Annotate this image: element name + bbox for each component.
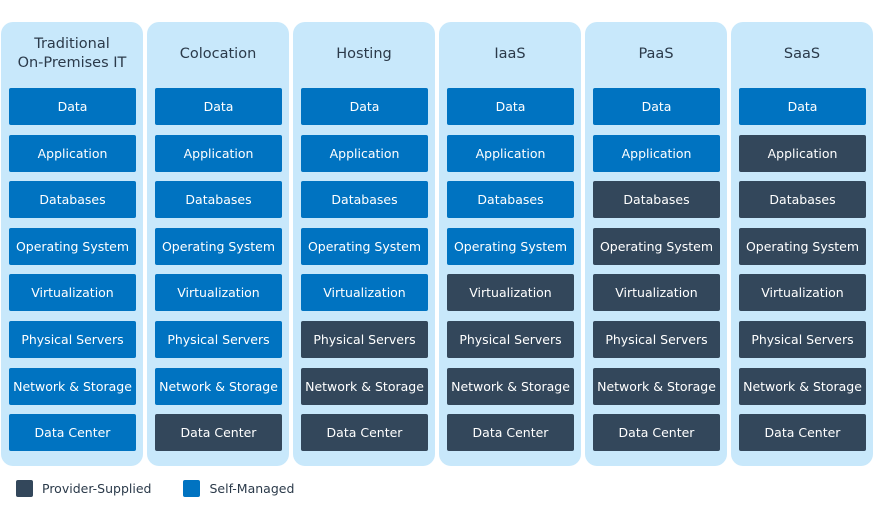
layer-operating-system: Operating System (447, 227, 574, 265)
layer-network-storage: Network & Storage (593, 367, 720, 405)
layer-virtualization: Virtualization (593, 274, 720, 312)
column-title: IaaS (494, 45, 526, 62)
column-iaas: IaaS Data Application Databases Operating Sy… (439, 22, 581, 466)
layer-databases: Databases (301, 181, 428, 219)
legend-item-self: Self-Managed (183, 480, 294, 497)
column-traditional-on-premises-it: Traditional On-Premises IT Data Applicatio… (1, 22, 143, 466)
layer-data: Data (301, 88, 428, 125)
layer-data: Data (447, 88, 574, 125)
column-title: Colocation (179, 45, 257, 62)
layer-data: Data (739, 88, 866, 125)
layer-databases: Databases (739, 181, 866, 219)
layer-virtualization: Virtualization (155, 274, 282, 312)
layer-data: Data (9, 88, 136, 125)
layer-physical-servers: Physical Servers (9, 320, 136, 358)
layer-data-center: Data Center (593, 414, 720, 452)
layer-stack: Data Application Databases Operating System… (9, 88, 136, 461)
layer-application: Application (739, 134, 866, 172)
layer-data: Data (593, 88, 720, 125)
column-hosting: Hosting Data Application Databases Operating… (293, 22, 435, 466)
layer-data-center: Data Center (301, 414, 428, 452)
layer-data-center: Data Center (9, 414, 136, 452)
layer-data-center: Data Center (739, 414, 866, 452)
column-title: Traditional On-Premises IT (17, 36, 127, 71)
layer-data-center: Data Center (155, 414, 282, 452)
layer-application: Application (9, 134, 136, 172)
layer-application: Application (301, 134, 428, 172)
layer-virtualization: Virtualization (9, 274, 136, 312)
column-title: SaaS (783, 45, 821, 62)
layer-operating-system: Operating System (301, 227, 428, 265)
column-colocation: Colocation Data Application Databases Operat… (147, 22, 289, 466)
layer-databases: Databases (9, 181, 136, 219)
column-paas: PaaS Data Application Databases Operating Sy… (585, 22, 727, 466)
layer-network-storage: Network & Storage (155, 367, 282, 405)
layer-stack: Data Application Databases Operating System… (739, 88, 866, 461)
layer-stack: Data Application Databases Operating System… (155, 88, 282, 461)
column-saas: SaaS Data Application Databases Operating Sy… (731, 22, 873, 466)
layer-physical-servers: Physical Servers (155, 320, 282, 358)
layer-network-storage: Network & Storage (301, 367, 428, 405)
layer-virtualization: Virtualization (447, 274, 574, 312)
layer-network-storage: Network & Storage (447, 367, 574, 405)
layer-physical-servers: Physical Servers (301, 320, 428, 358)
layer-network-storage: Network & Storage (739, 367, 866, 405)
column-title: Hosting (336, 45, 392, 62)
legend-label: Self-Managed (209, 481, 295, 496)
layer-virtualization: Virtualization (301, 274, 428, 312)
layer-operating-system: Operating System (739, 227, 866, 265)
layer-physical-servers: Physical Servers (593, 320, 720, 358)
legend: Provider-Supplied Self-Managed (16, 480, 326, 497)
layer-network-storage: Network & Storage (9, 367, 136, 405)
layer-physical-servers: Physical Servers (739, 320, 866, 358)
layer-operating-system: Operating System (9, 227, 136, 265)
legend-label: Provider-Supplied (42, 481, 152, 496)
legend-item-provider: Provider-Supplied (16, 480, 151, 497)
legend-swatch (16, 480, 33, 497)
legend-swatch (183, 480, 201, 497)
layer-databases: Databases (593, 181, 720, 219)
layer-application: Application (593, 134, 720, 172)
layer-operating-system: Operating System (155, 227, 282, 265)
service-model-columns: Traditional On-Premises IT Data Applicatio… (1, 22, 873, 466)
layer-application: Application (155, 134, 282, 172)
layer-physical-servers: Physical Servers (447, 320, 574, 358)
layer-databases: Databases (155, 181, 282, 219)
layer-data: Data (155, 88, 282, 125)
layer-virtualization: Virtualization (739, 274, 866, 312)
layer-stack: Data Application Databases Operating System… (593, 88, 720, 461)
layer-stack: Data Application Databases Operating System… (301, 88, 428, 461)
layer-operating-system: Operating System (593, 227, 720, 265)
layer-application: Application (447, 134, 574, 172)
layer-databases: Databases (447, 181, 574, 219)
column-title: PaaS (638, 45, 674, 62)
layer-stack: Data Application Databases Operating System… (447, 88, 574, 461)
layer-data-center: Data Center (447, 414, 574, 452)
